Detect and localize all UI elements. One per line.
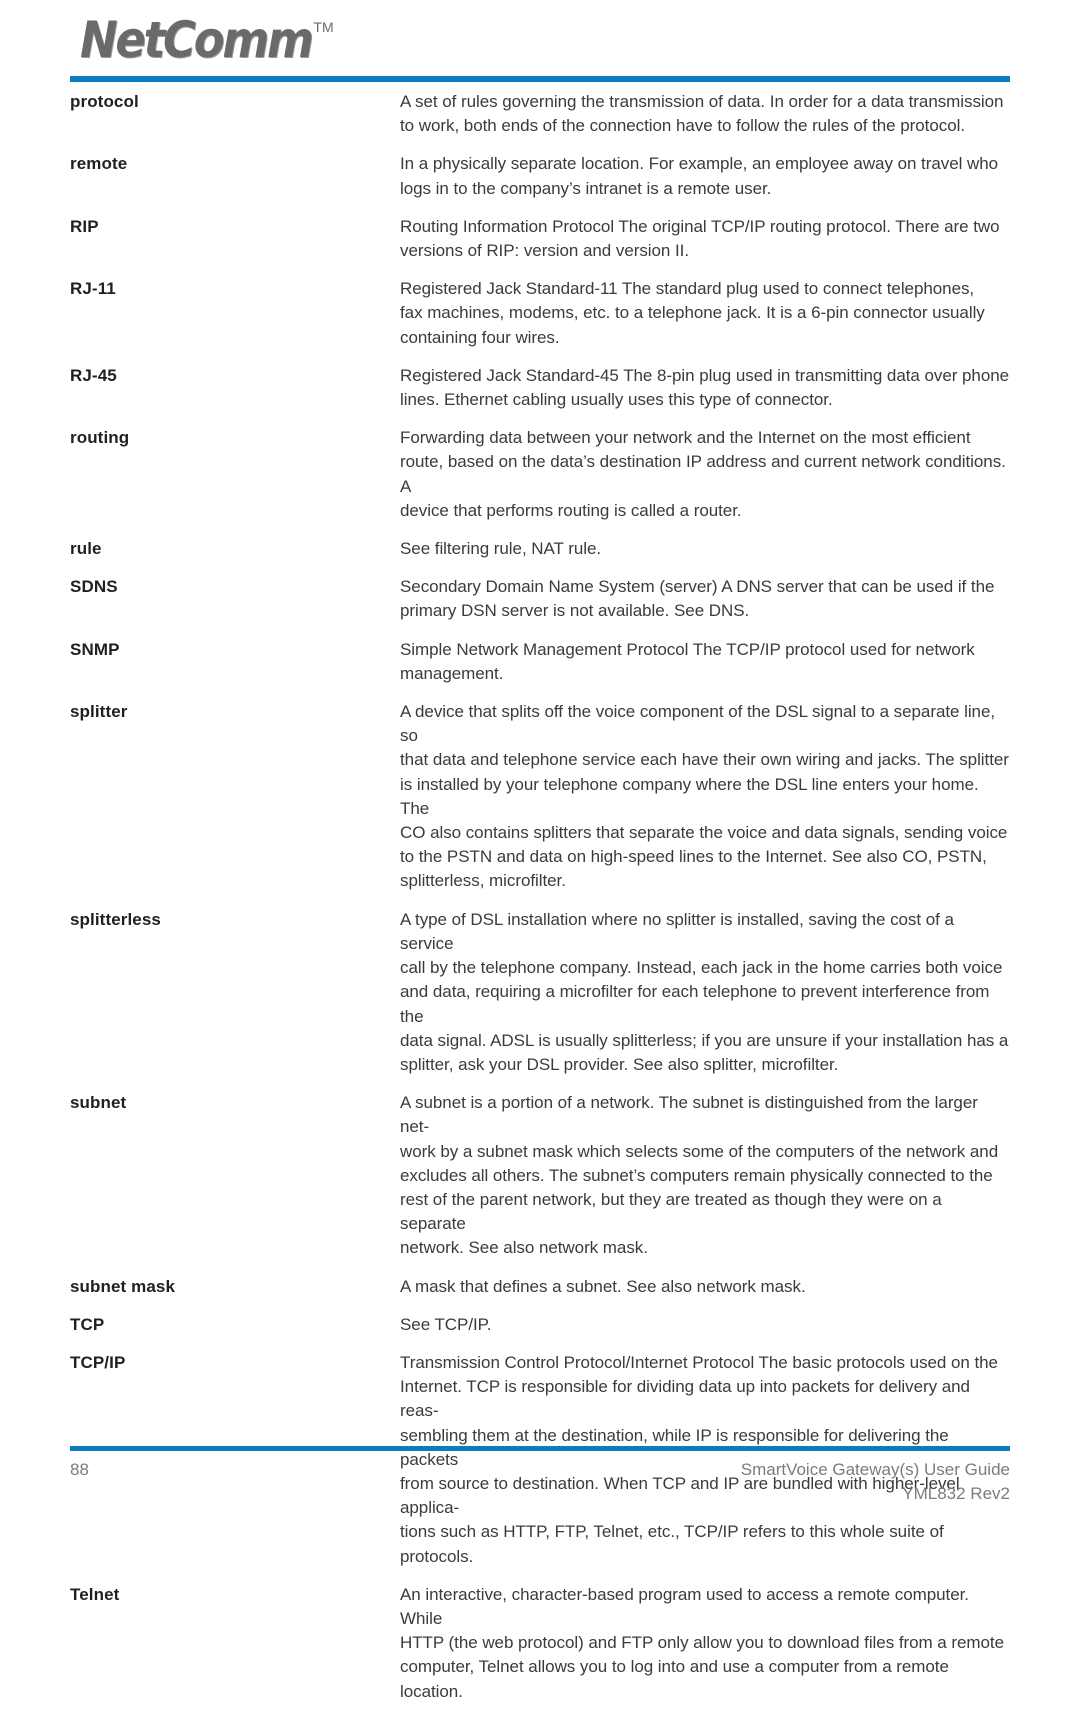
glossary-term: RIP — [70, 216, 99, 236]
logo-wordmark: NetComm — [80, 11, 314, 69]
glossary-entry: RJ-11 Registered Jack Standard-11 The sta… — [70, 277, 1010, 350]
page-footer: 88 SmartVoice Gateway(s) User Guide YML8… — [70, 1458, 1010, 1506]
glossary-definition: A mask that defines a subnet. See also n… — [400, 1276, 806, 1296]
glossary-term: SNMP — [70, 639, 120, 659]
glossary-definition: See TCP/IP. — [400, 1314, 492, 1334]
glossary-entry: SDNS Secondary Domain Name System (server… — [70, 575, 1010, 623]
glossary-term: Telnet — [70, 1584, 120, 1604]
glossary-definition: Simple Network Management Protocol The T… — [400, 639, 975, 683]
glossary-definition: Routing Information Protocol The origina… — [400, 216, 1000, 261]
glossary-definition: In a physically separate location. For e… — [400, 154, 999, 198]
glossary-term: splitterless — [70, 909, 161, 929]
glossary-term: RJ-11 — [70, 279, 116, 299]
glossary-definition: Secondary Domain Name System (server) A … — [400, 577, 995, 621]
glossary-entry: protocol A set of rules governing the tra… — [70, 90, 1010, 138]
glossary-definition: A set of rules governing the transmissio… — [400, 92, 1004, 136]
glossary-term: SDNS — [70, 577, 118, 597]
glossary-term: routing — [70, 428, 130, 448]
glossary-entry: SNMP Simple Network Management Protocol T… — [70, 638, 1010, 686]
glossary-entry: routing Forwarding data between your netw… — [70, 426, 1010, 523]
glossary-term: subnet — [70, 1093, 127, 1113]
glossary-entry: TCP See TCP/IP. — [70, 1313, 1010, 1337]
glossary-term: splitter — [70, 702, 128, 722]
glossary-term: RJ-45 — [70, 365, 117, 385]
glossary-definition: An interactive, character-based program … — [400, 1584, 1004, 1701]
glossary-entry: subnet mask A mask that defines a subnet.… — [70, 1275, 1010, 1299]
document-title: SmartVoice Gateway(s) User Guide — [740, 1460, 1010, 1479]
glossary-entry: splitter A device that splits off the voi… — [70, 700, 1010, 894]
page-header: NetComm TM — [70, 14, 1010, 80]
glossary-term: TCP/IP — [70, 1352, 126, 1372]
glossary-definition: A type of DSL installation where no spli… — [400, 909, 1009, 1074]
trademark-symbol: TM — [313, 19, 334, 35]
glossary-term: protocol — [70, 92, 139, 111]
glossary-definition: Registered Jack Standard-45 The 8-pin pl… — [400, 365, 1010, 410]
glossary-entry: rule See filtering rule, NAT rule. — [70, 537, 1010, 561]
glossary-definition: Forwarding data between your network and… — [400, 428, 1006, 520]
header-divider-rule — [70, 76, 1010, 82]
footer-divider-rule — [70, 1446, 1010, 1451]
glossary-entry: remote In a physically separate location.… — [70, 152, 1010, 200]
document-info: SmartVoice Gateway(s) User Guide YML832 … — [741, 1458, 1010, 1506]
glossary-term: subnet mask — [70, 1276, 176, 1296]
glossary-entry: RIP Routing Information Protocol The orig… — [70, 215, 1010, 263]
document-page: NetComm TM protocol A set of rules govern… — [0, 0, 1080, 1701]
glossary-term: TCP — [70, 1314, 105, 1334]
document-revision: YML832 Rev2 — [902, 1484, 1010, 1503]
page-number: 88 — [70, 1460, 89, 1479]
netcomm-logo: NetComm TM — [80, 14, 334, 66]
glossary-definition: Registered Jack Standard-11 The standard… — [400, 279, 985, 347]
glossary-entry: splitterless A type of DSL installation w… — [70, 908, 1010, 1077]
glossary-definition: A device that splits off the voice compo… — [400, 702, 1009, 891]
glossary-entry: subnet A subnet is a portion of a network… — [70, 1091, 1010, 1260]
glossary-entry: RJ-45 Registered Jack Standard-45 The 8-p… — [70, 364, 1010, 412]
glossary-entry: Telnet An interactive, character-based pr… — [70, 1583, 1010, 1704]
glossary-term: rule — [70, 539, 102, 559]
glossary-term: remote — [70, 154, 128, 174]
glossary-definition: See filtering rule, NAT rule. — [400, 539, 602, 559]
glossary-definition: A subnet is a portion of a network. The … — [400, 1093, 999, 1258]
